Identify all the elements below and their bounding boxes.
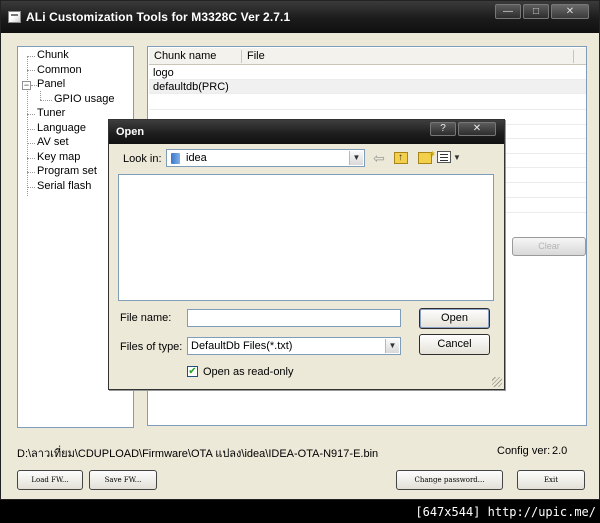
table-row[interactable]: logo	[149, 66, 586, 80]
tree-connector	[27, 158, 35, 159]
dialog-controls: ? ✕	[430, 122, 496, 136]
up-one-level-icon[interactable]	[394, 150, 408, 166]
look-in-label: Look in:	[123, 153, 162, 165]
watermark: [647x544] http://upic.me/	[415, 505, 596, 519]
open-dialog: Open ? ✕ Look in: idea ▼ ⇦ ▼ File name: …	[108, 119, 505, 390]
tree-connector	[27, 56, 35, 57]
tree-item-gpio-usage[interactable]: GPIO usage	[54, 93, 115, 105]
tree-item-panel[interactable]: Panel	[37, 78, 65, 90]
dialog-title: Open	[116, 126, 145, 138]
table-row[interactable]: defaultdb(PRC)	[149, 80, 586, 94]
change-password-button[interactable]: Change password...	[396, 470, 503, 490]
load-fw-button[interactable]: Load FW...	[17, 470, 83, 490]
new-folder-icon[interactable]	[418, 146, 436, 164]
view-menu-icon[interactable]	[437, 151, 451, 163]
tree-connector	[40, 100, 52, 101]
tree-connector	[27, 187, 35, 188]
exit-button[interactable]: Exit	[517, 470, 585, 490]
chevron-down-icon[interactable]: ▼	[349, 151, 363, 165]
maximize-icon[interactable]: □	[523, 4, 549, 19]
tree-connector	[27, 129, 35, 130]
help-icon[interactable]: ?	[430, 122, 456, 136]
tree-connector	[27, 56, 28, 196]
dialog-title-bar[interactable]: Open ? ✕	[109, 120, 504, 144]
chunk-name-cell: logo	[153, 67, 174, 79]
resize-grip-icon[interactable]	[492, 377, 502, 387]
close-icon[interactable]: ✕	[551, 4, 589, 19]
config-version-value: 2.0	[552, 445, 568, 457]
minimize-icon[interactable]: —	[495, 4, 521, 19]
read-only-label[interactable]: Open as read-only	[203, 366, 294, 378]
tree-connector	[27, 114, 35, 115]
tree-connector	[40, 91, 41, 100]
tree-item-tuner[interactable]: Tuner	[37, 107, 65, 119]
files-of-type-dropdown[interactable]: DefaultDb Files(*.txt) ▼	[187, 337, 401, 355]
tree-connector	[27, 143, 35, 144]
tree-item-language[interactable]: Language	[37, 122, 86, 134]
tree-item-chunk[interactable]: Chunk	[37, 49, 69, 61]
file-browser-area[interactable]	[118, 174, 494, 301]
chevron-down-icon[interactable]: ▼	[453, 150, 461, 166]
tree-connector	[27, 172, 35, 173]
column-header-chunk-name[interactable]: Chunk name	[154, 50, 216, 62]
chevron-down-icon[interactable]: ▼	[385, 339, 399, 353]
column-divider[interactable]	[241, 50, 242, 63]
tree-item-serial-flash[interactable]: Serial flash	[37, 180, 91, 192]
clear-button[interactable]: Clear	[512, 237, 586, 256]
open-button[interactable]: Open	[419, 308, 490, 329]
app-icon	[8, 11, 21, 23]
read-only-checkbox[interactable]: ✔	[187, 366, 198, 377]
config-version-label: Config ver:	[497, 445, 551, 457]
save-fw-button[interactable]: Save FW...	[89, 470, 157, 490]
file-name-label: File name:	[120, 312, 172, 324]
cancel-button[interactable]: Cancel	[419, 334, 490, 355]
chunk-name-cell: defaultdb(PRC)	[153, 81, 229, 93]
file-name-input[interactable]	[187, 309, 401, 327]
folder-icon	[171, 153, 180, 164]
tree-item-av-set[interactable]: AV set	[37, 136, 69, 148]
list-header: Chunk name File	[149, 48, 586, 65]
tree-item-program-set[interactable]: Program set	[37, 165, 97, 177]
files-of-type-label: Files of type:	[120, 341, 183, 353]
row-gridline	[149, 109, 586, 110]
column-header-file[interactable]: File	[247, 50, 265, 62]
column-divider[interactable]	[573, 50, 574, 63]
tree-item-key-map[interactable]: Key map	[37, 151, 80, 163]
close-icon[interactable]: ✕	[458, 122, 496, 136]
look-in-value: idea	[186, 152, 207, 164]
files-of-type-value: DefaultDb Files(*.txt)	[191, 340, 293, 352]
window-title: ALi Customization Tools for M3328C Ver 2…	[26, 10, 291, 24]
look-in-dropdown[interactable]: idea ▼	[166, 149, 365, 167]
title-bar[interactable]: ALi Customization Tools for M3328C Ver 2…	[1, 1, 599, 33]
firmware-path: D:\ลาวเที่ยม\CDUPLOAD\Firmware\OTA แปลง\…	[17, 448, 379, 460]
back-arrow-icon[interactable]: ⇦	[373, 150, 385, 166]
window-controls: — □ ✕	[495, 4, 589, 19]
tree-item-common[interactable]: Common	[37, 64, 82, 76]
collapse-icon[interactable]: −	[22, 81, 31, 90]
tree-connector	[27, 70, 35, 71]
